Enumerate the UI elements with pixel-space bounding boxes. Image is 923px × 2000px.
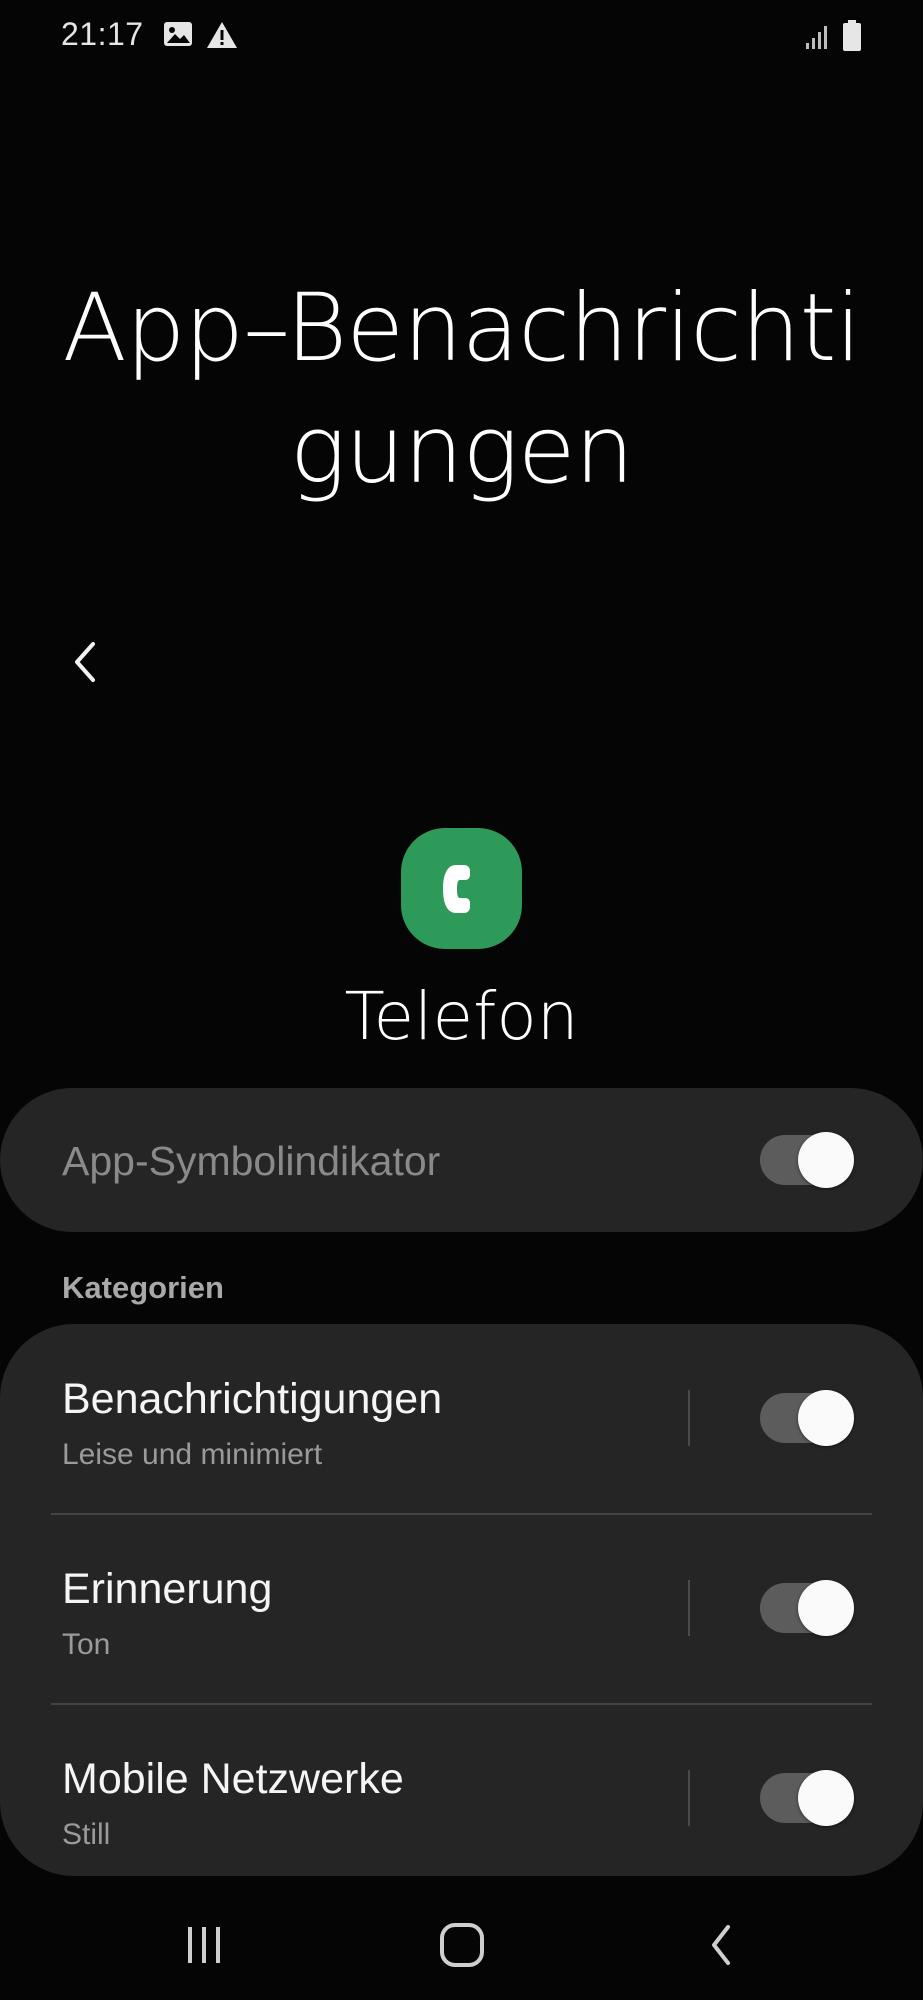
category-row-notifications[interactable]: Benachrichtigungen Leise und minimiert: [0, 1324, 923, 1512]
app-badge-label: App-Symbolindikator: [62, 1138, 441, 1184]
home-icon: [440, 1923, 484, 1967]
category-subtitle: Still: [62, 1818, 111, 1851]
status-bar: 21:17: [0, 0, 923, 72]
app-name: Telefon: [344, 978, 579, 1055]
battery-icon: [842, 20, 862, 57]
category-title: Mobile Netzwerke: [62, 1755, 404, 1803]
chevron-left-icon: [75, 642, 95, 682]
status-time: 21:17: [61, 16, 144, 52]
image-icon: [163, 20, 193, 53]
vertical-divider: [688, 1390, 690, 1446]
back-button[interactable]: [56, 630, 112, 694]
navigation-bar: [0, 1890, 923, 2000]
page-title-line-1: App–Benachrichti: [62, 274, 861, 383]
toggle-knob: [798, 1390, 854, 1446]
recent-apps-button[interactable]: [159, 1910, 249, 1980]
vertical-divider: [688, 1770, 690, 1826]
categories-card: Benachrichtigungen Leise und minimiert E…: [0, 1324, 923, 1876]
category-toggle-mobile-networks[interactable]: [760, 1770, 854, 1826]
toggle-knob: [798, 1770, 854, 1826]
home-button[interactable]: [417, 1910, 507, 1980]
warning-icon: [206, 20, 238, 55]
toggle-knob: [798, 1132, 854, 1188]
toggle-knob: [798, 1580, 854, 1636]
vertical-divider: [688, 1580, 690, 1636]
category-toggle-reminder[interactable]: [760, 1580, 854, 1636]
section-header-categories: Kategorien: [62, 1270, 224, 1305]
back-nav-button[interactable]: [676, 1910, 766, 1980]
signal-icon: [805, 24, 831, 55]
category-title: Benachrichtigungen: [62, 1375, 443, 1423]
app-badge-toggle[interactable]: [760, 1132, 854, 1188]
page-title-line-2: gungen: [289, 396, 634, 505]
category-subtitle: Leise und minimiert: [62, 1438, 323, 1471]
category-title: Erinnerung: [62, 1565, 273, 1613]
recent-apps-icon: [188, 1927, 220, 1963]
category-subtitle: Ton: [62, 1628, 111, 1661]
phone-app-icon: [401, 828, 522, 949]
category-row-mobile-networks[interactable]: Mobile Netzwerke Still: [0, 1704, 923, 1892]
page-title: App–Benachrichti gungen: [40, 268, 883, 512]
app-badge-row[interactable]: App-Symbolindikator: [0, 1088, 923, 1232]
category-toggle-notifications[interactable]: [760, 1390, 854, 1446]
category-row-reminder[interactable]: Erinnerung Ton: [0, 1514, 923, 1702]
back-icon: [712, 1925, 730, 1965]
